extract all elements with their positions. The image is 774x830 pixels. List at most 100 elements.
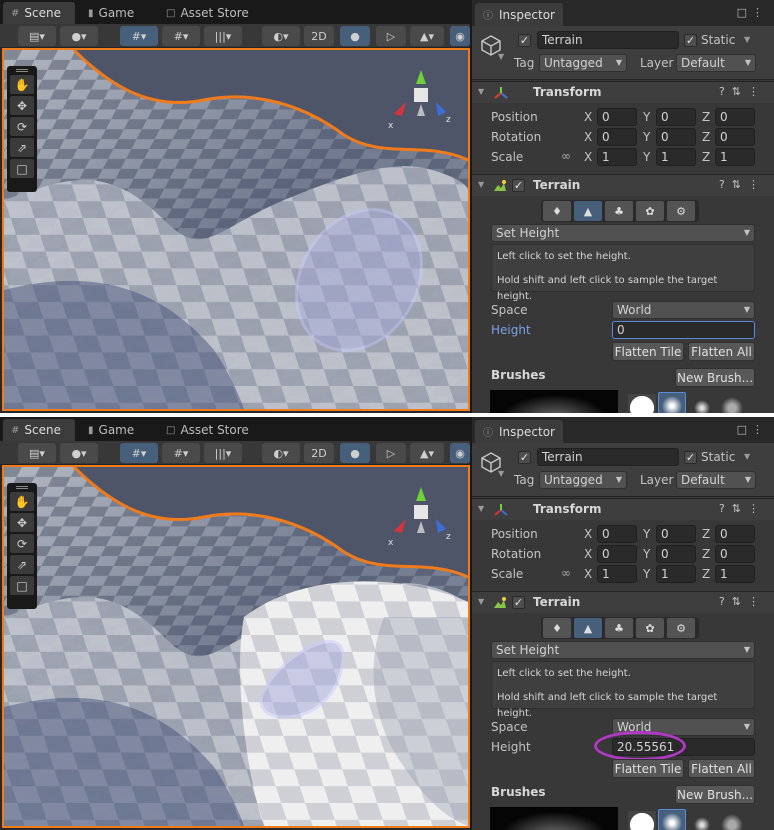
paint-terrain-icon[interactable]: ▲	[574, 618, 602, 638]
grid-icon[interactable]: #▾	[162, 443, 200, 463]
scale-z-field[interactable]: 1	[715, 565, 755, 583]
scene-viewport[interactable]: x z	[2, 48, 470, 411]
layer-dropdown[interactable]: Default	[676, 54, 756, 72]
tab-inspector[interactable]: ⓘ Inspector	[475, 3, 563, 26]
globe-icon[interactable]: ●▾	[60, 443, 98, 463]
static-checkbox[interactable]: ✓	[684, 451, 697, 464]
scale-tool-icon[interactable]: ⇗	[10, 555, 34, 574]
menu-icon[interactable]: ⋮	[752, 423, 768, 436]
scale-x-field[interactable]: 1	[597, 565, 637, 583]
create-neighbor-icon[interactable]: ♦	[543, 201, 571, 221]
grid-snap-icon[interactable]: #▾	[120, 443, 158, 463]
brush-thumb[interactable]	[628, 811, 656, 830]
grid-icon[interactable]: #▾	[162, 26, 200, 46]
rotation-y-field[interactable]: 0	[656, 128, 696, 146]
component-header-icons[interactable]: ?⇅⋮	[719, 85, 766, 98]
rotation-z-field[interactable]: 0	[715, 128, 755, 146]
terrain-enabled-checkbox[interactable]: ✓	[512, 179, 525, 192]
height-field[interactable]: 0	[612, 321, 755, 339]
effects-icon[interactable]: ▲▾	[410, 443, 444, 463]
rotate-tool-icon[interactable]: ⟳	[10, 117, 34, 136]
preset-icon[interactable]: ⇅	[732, 502, 748, 515]
terrain-settings-icon[interactable]: ⚙	[667, 201, 695, 221]
drag-handle-icon[interactable]	[16, 486, 28, 489]
static-checkbox[interactable]: ✓	[684, 34, 697, 47]
brush-thumb[interactable]	[688, 811, 716, 830]
tab-inspector[interactable]: ⓘ Inspector	[475, 420, 563, 443]
globe-icon[interactable]: ●▾	[60, 26, 98, 46]
brush-thumb-selected[interactable]	[658, 809, 686, 830]
active-checkbox[interactable]: ✓	[518, 451, 531, 464]
position-x-field[interactable]: 0	[597, 108, 637, 126]
flatten-all-button[interactable]: Flatten All	[688, 759, 755, 778]
new-brush-button[interactable]: New Brush...	[675, 785, 755, 804]
terrain-enabled-checkbox[interactable]: ✓	[512, 596, 525, 609]
hand-tool-icon[interactable]: ✋	[10, 492, 34, 511]
scene-viewport[interactable]: x z	[2, 465, 470, 828]
foldout-arrow-icon[interactable]: ▼	[478, 504, 484, 513]
effects-icon[interactable]: ▲▾	[410, 26, 444, 46]
object-name-field[interactable]: Terrain	[537, 31, 679, 49]
foldout-arrow-icon[interactable]: ▼	[478, 597, 484, 606]
chevron-down-icon[interactable]: ▼	[498, 469, 504, 478]
tab-asset-store[interactable]: □ Asset Store	[158, 419, 257, 441]
menu-icon[interactable]: ⋮	[748, 178, 766, 191]
tab-asset-store[interactable]: □ Asset Store	[158, 2, 257, 24]
layer-dropdown[interactable]: Default	[676, 471, 756, 489]
position-y-field[interactable]: 0	[656, 525, 696, 543]
rotate-tool-icon[interactable]: ⟳	[10, 534, 34, 553]
render-mode-icon[interactable]: ◐▾	[262, 443, 300, 463]
component-header-icons[interactable]: ?⇅⋮	[719, 595, 766, 608]
tag-dropdown[interactable]: Untagged	[539, 54, 627, 72]
menu-icon[interactable]: ⋮	[752, 6, 768, 19]
flatten-tile-button[interactable]: Flatten Tile	[612, 342, 684, 361]
lighting-icon[interactable]: ●	[340, 26, 370, 46]
create-neighbor-icon[interactable]: ♦	[543, 618, 571, 638]
ruler-icon[interactable]: |||▾	[204, 443, 242, 463]
paint-details-icon[interactable]: ✿	[636, 618, 664, 638]
orientation-gizmo[interactable]: x z	[386, 479, 456, 559]
menu-icon[interactable]: ⋮	[748, 595, 766, 608]
brush-thumb[interactable]	[718, 811, 746, 830]
link-scale-icon[interactable]: ∞	[561, 149, 571, 163]
terrain-component-header[interactable]: ▼ ✓ Terrain ?⇅⋮	[472, 174, 774, 196]
transform-header[interactable]: ▼ Transform ?⇅⋮	[472, 498, 774, 520]
position-y-field[interactable]: 0	[656, 108, 696, 126]
position-x-field[interactable]: 0	[597, 525, 637, 543]
position-z-field[interactable]: 0	[715, 108, 755, 126]
rotation-y-field[interactable]: 0	[656, 545, 696, 563]
scale-tool-icon[interactable]: ⇗	[10, 138, 34, 157]
grid-snap-icon[interactable]: #▾	[120, 26, 158, 46]
draw-mode-icon[interactable]: ▤▾	[18, 443, 56, 463]
terrain-settings-icon[interactable]: ⚙	[667, 618, 695, 638]
link-scale-icon[interactable]: ∞	[561, 566, 571, 580]
render-mode-icon[interactable]: ◐▾	[262, 26, 300, 46]
new-brush-button[interactable]: New Brush...	[675, 368, 755, 387]
rotation-z-field[interactable]: 0	[715, 545, 755, 563]
tag-dropdown[interactable]: Untagged	[539, 471, 627, 489]
scale-x-field[interactable]: 1	[597, 148, 637, 166]
rect-tool-icon[interactable]: □	[10, 576, 34, 595]
lock-icon[interactable]: □	[737, 6, 752, 19]
help-icon[interactable]: ?	[719, 595, 732, 608]
visibility-icon[interactable]: ◉	[450, 443, 470, 463]
tab-game[interactable]: ▮ Game	[80, 2, 142, 24]
foldout-arrow-icon[interactable]: ▼	[478, 180, 484, 189]
move-tool-icon[interactable]: ✥	[10, 96, 34, 115]
terrain-tool-dropdown[interactable]: Set Height	[491, 224, 755, 242]
draw-mode-icon[interactable]: ▤▾	[18, 26, 56, 46]
paint-terrain-icon[interactable]: ▲	[574, 201, 602, 221]
orientation-gizmo[interactable]: x z	[386, 62, 456, 142]
paint-details-icon[interactable]: ✿	[636, 201, 664, 221]
foldout-arrow-icon[interactable]: ▼	[478, 87, 484, 96]
menu-icon[interactable]: ⋮	[748, 502, 766, 515]
chevron-down-icon[interactable]: ▼	[744, 452, 750, 461]
window-controls[interactable]: □⋮	[737, 6, 768, 19]
toggle-2d-button[interactable]: 2D	[304, 26, 334, 46]
object-name-field[interactable]: Terrain	[537, 448, 679, 466]
audio-mute-icon[interactable]: ▷	[376, 443, 406, 463]
scale-y-field[interactable]: 1	[656, 565, 696, 583]
preset-icon[interactable]: ⇅	[732, 85, 748, 98]
brush-thumb[interactable]	[718, 394, 746, 413]
active-checkbox[interactable]: ✓	[518, 34, 531, 47]
